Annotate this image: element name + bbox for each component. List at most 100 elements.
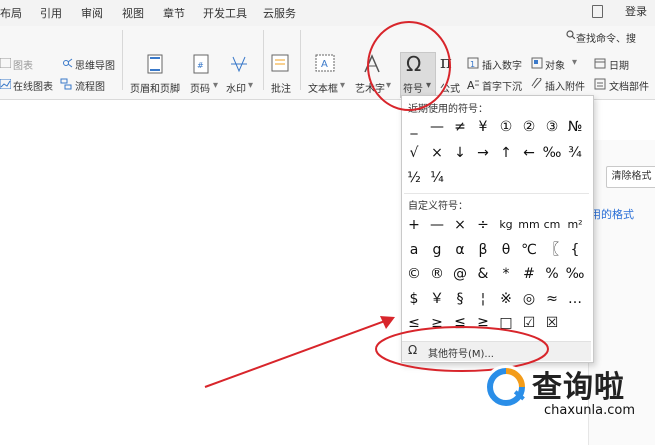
- custom-symbol[interactable]: ×: [449, 214, 471, 236]
- custom-symbol[interactable]: ≧: [472, 312, 494, 334]
- menu-item-references[interactable]: 引用: [40, 5, 62, 21]
- custom-symbol[interactable]: ≦: [449, 312, 471, 334]
- custom-symbol[interactable]: ☑: [518, 312, 540, 334]
- object-button[interactable]: 对象: [545, 57, 565, 72]
- custom-symbol[interactable]: ◎: [518, 288, 540, 310]
- page-number-dropdown-icon[interactable]: ▾: [213, 80, 218, 91]
- custom-symbol[interactable]: ※: [495, 288, 517, 310]
- header-footer-button[interactable]: 页眉和页脚: [130, 80, 180, 95]
- custom-symbol[interactable]: ℃: [518, 239, 540, 261]
- svg-text:A: A: [467, 79, 475, 90]
- comment-button[interactable]: 批注: [271, 80, 291, 95]
- custom-symbol[interactable]: m²: [564, 214, 586, 236]
- custom-symbol[interactable]: §: [449, 288, 471, 310]
- custom-symbol[interactable]: *: [495, 263, 517, 285]
- custom-symbol[interactable]: mm: [518, 214, 540, 236]
- menu-item-view[interactable]: 视图: [122, 5, 144, 21]
- custom-symbol[interactable]: ￥: [426, 288, 448, 310]
- clear-format-button[interactable]: 清除格式: [606, 166, 655, 188]
- custom-symbol[interactable]: α: [449, 239, 471, 261]
- custom-symbol[interactable]: ‰: [564, 263, 586, 285]
- flowchart-icon: [60, 78, 72, 90]
- textbox-dropdown-icon[interactable]: ▾: [340, 80, 345, 91]
- menu-item-review[interactable]: 审阅: [81, 5, 103, 21]
- recent-symbol[interactable]: ③: [541, 116, 563, 138]
- menu-item-layout[interactable]: 布局: [0, 5, 22, 21]
- chart-button[interactable]: 图表: [13, 57, 33, 72]
- custom-symbol[interactable]: +: [403, 214, 425, 236]
- style-link[interactable]: 用的格式: [590, 206, 634, 222]
- more-symbols-item[interactable]: Ω 其他符号(M)...: [402, 341, 591, 361]
- custom-symbol[interactable]: ÷: [472, 214, 494, 236]
- recent-symbol[interactable]: ②: [518, 116, 540, 138]
- watermark-button[interactable]: 水印: [226, 80, 246, 95]
- recent-symbol[interactable]: ¾: [564, 142, 586, 164]
- flowchart-button[interactable]: 流程图: [75, 78, 105, 93]
- recent-symbol[interactable]: ‰: [541, 142, 563, 164]
- recent-symbol[interactable]: ←: [518, 142, 540, 164]
- custom-symbol[interactable]: $: [403, 288, 425, 310]
- recent-symbol[interactable]: √: [403, 142, 425, 164]
- recent-symbol[interactable]: ×: [426, 142, 448, 164]
- menu-item-section[interactable]: 章节: [163, 5, 185, 21]
- recent-symbol[interactable]: ↓: [449, 142, 471, 164]
- custom-symbol[interactable]: β: [472, 239, 494, 261]
- recent-symbol[interactable]: →: [472, 142, 494, 164]
- custom-symbol[interactable]: ≈: [541, 288, 563, 310]
- drop-cap-button[interactable]: 首字下沉: [482, 78, 522, 93]
- mindmap-button[interactable]: 思维导图: [75, 57, 115, 72]
- custom-symbol[interactable]: #: [518, 263, 540, 285]
- custom-symbol[interactable]: g: [426, 239, 448, 261]
- recent-symbol[interactable]: ½: [403, 167, 425, 189]
- custom-symbol[interactable]: —: [426, 214, 448, 236]
- custom-symbol[interactable]: ≥: [426, 312, 448, 334]
- object-dropdown-icon[interactable]: ▾: [572, 57, 577, 68]
- custom-symbol[interactable]: @: [449, 263, 471, 285]
- device-icon[interactable]: [592, 5, 603, 18]
- recent-symbol[interactable]: _: [403, 116, 425, 138]
- art-text-button[interactable]: 艺术字: [355, 80, 385, 95]
- menu-item-cloud[interactable]: 云服务: [263, 5, 296, 21]
- custom-symbol[interactable]: …: [564, 288, 586, 310]
- search-command-input[interactable]: 查找命令、搜: [576, 30, 636, 45]
- custom-symbol[interactable]: ©: [403, 263, 425, 285]
- menu-item-developer[interactable]: 开发工具: [203, 5, 247, 21]
- custom-symbols-title: 自定义符号：: [408, 201, 468, 212]
- custom-symbol[interactable]: 〖: [541, 239, 563, 261]
- custom-symbol[interactable]: cm: [541, 214, 563, 236]
- recent-symbol[interactable]: ¥: [472, 116, 494, 138]
- watermark-dropdown-icon[interactable]: ▾: [248, 80, 253, 91]
- online-chart-button[interactable]: 在线图表: [13, 78, 53, 93]
- custom-symbol[interactable]: &: [472, 263, 494, 285]
- doc-parts-button[interactable]: 文档部件: [609, 78, 649, 93]
- menu-bar: 布局 引用 审阅 视图 章节 开发工具 云服务 登录: [0, 0, 655, 27]
- insert-number-button[interactable]: 插入数字: [482, 57, 522, 72]
- recent-symbol[interactable]: ≠: [449, 116, 471, 138]
- recent-symbol[interactable]: —: [426, 116, 448, 138]
- custom-symbol[interactable]: θ: [495, 239, 517, 261]
- login-link[interactable]: 登录: [625, 3, 647, 19]
- date-button[interactable]: 日期: [609, 57, 629, 72]
- insert-attachment-button[interactable]: 插入附件: [545, 78, 585, 93]
- watermark-brand: 查询啦: [532, 370, 625, 405]
- custom-symbol[interactable]: ®: [426, 263, 448, 285]
- recent-symbol[interactable]: ↑: [495, 142, 517, 164]
- recent-symbol[interactable]: ¼: [426, 167, 448, 189]
- custom-symbol[interactable]: kg: [495, 214, 517, 236]
- formula-button[interactable]: 公式: [440, 80, 460, 95]
- custom-symbol[interactable]: {: [564, 239, 586, 261]
- custom-symbol[interactable]: ¦: [472, 288, 494, 310]
- custom-symbol[interactable]: ☒: [541, 312, 563, 334]
- formula-icon: π: [440, 52, 452, 73]
- page-number-button[interactable]: 页码: [190, 80, 210, 95]
- object-icon: [531, 57, 543, 69]
- recent-symbol[interactable]: №: [564, 116, 586, 138]
- symbol-dropdown-icon[interactable]: ▾: [426, 80, 431, 91]
- recent-symbol[interactable]: ①: [495, 116, 517, 138]
- custom-symbol[interactable]: a: [403, 239, 425, 261]
- custom-symbol[interactable]: %: [541, 263, 563, 285]
- textbox-button[interactable]: 文本框: [308, 80, 338, 95]
- custom-symbol[interactable]: ≤: [403, 312, 425, 334]
- art-text-dropdown-icon[interactable]: ▾: [386, 80, 391, 91]
- custom-symbol[interactable]: □: [495, 312, 517, 334]
